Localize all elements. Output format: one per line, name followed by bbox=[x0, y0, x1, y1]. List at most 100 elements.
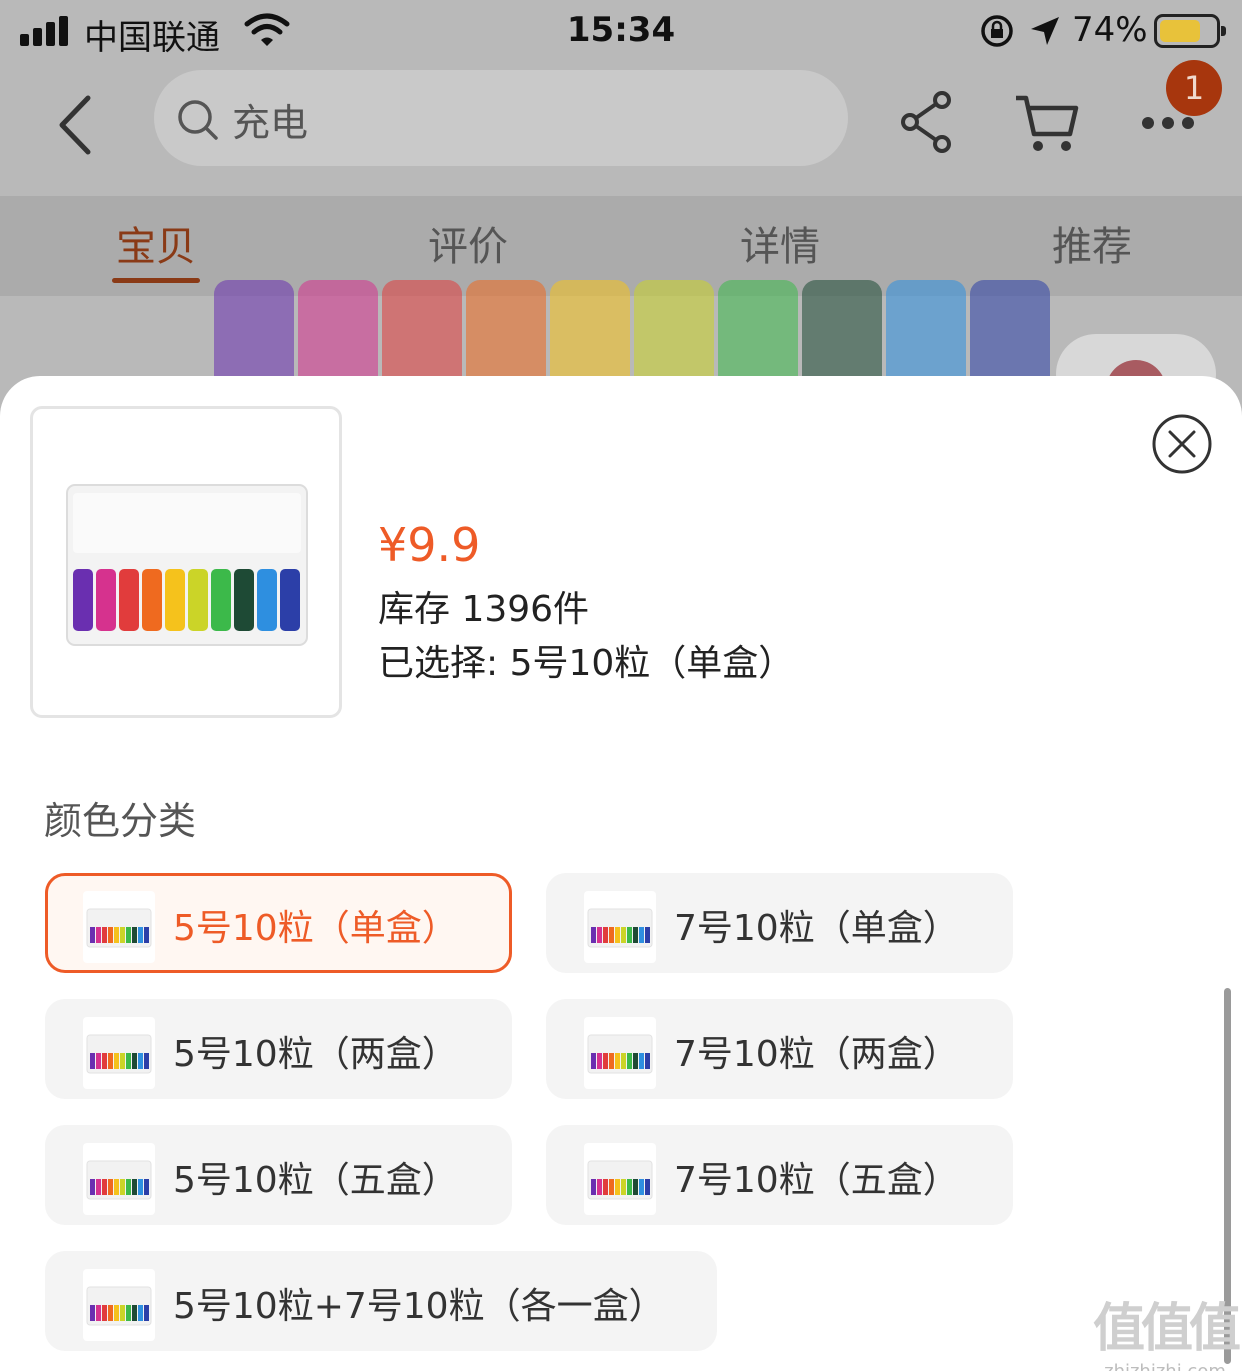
option-label: 5号10粒（五盒） bbox=[173, 1160, 458, 1201]
battery-cell bbox=[102, 1179, 107, 1195]
battery-cell bbox=[114, 1305, 119, 1321]
battery-cell bbox=[639, 1179, 644, 1195]
battery-cell bbox=[132, 1305, 137, 1321]
tab-reviews[interactable]: 评价 bbox=[368, 214, 568, 272]
cart-badge: 1 bbox=[1166, 60, 1222, 116]
battery-cell bbox=[96, 569, 116, 631]
cart-icon[interactable] bbox=[1014, 90, 1080, 154]
share-icon[interactable] bbox=[898, 90, 956, 154]
option-aa-10-five-boxes[interactable]: 5号10粒（五盒） bbox=[45, 1125, 512, 1225]
tab-baobei[interactable]: 宝贝 bbox=[56, 214, 256, 272]
battery-cell bbox=[257, 569, 277, 631]
option-label: 7号10粒（单盒） bbox=[674, 908, 959, 949]
battery-cell bbox=[126, 927, 131, 943]
battery-cell bbox=[591, 1053, 596, 1069]
battery-box-mini-image bbox=[86, 908, 152, 948]
battery-cell bbox=[645, 927, 650, 943]
option-aa-10-two-boxes[interactable]: 5号10粒（两盒） bbox=[45, 999, 512, 1099]
battery-cell bbox=[114, 1053, 119, 1069]
battery-cell bbox=[633, 1053, 638, 1069]
battery-cell bbox=[382, 280, 462, 380]
battery-cell bbox=[603, 1179, 608, 1195]
option-thumbnail bbox=[83, 891, 155, 963]
battery-cell bbox=[90, 1053, 95, 1069]
battery-cell bbox=[802, 280, 882, 380]
battery-cell bbox=[970, 280, 1050, 380]
battery-cell bbox=[621, 1179, 626, 1195]
battery-cell bbox=[621, 927, 626, 943]
battery-box-mini-image bbox=[86, 1160, 152, 1200]
battery-cell bbox=[90, 927, 95, 943]
battery-cell bbox=[621, 1053, 626, 1069]
battery-cell bbox=[211, 569, 231, 631]
option-aa-plus-aaa-one-box-each[interactable]: 5号10粒+7号10粒（各一盒） bbox=[45, 1251, 717, 1351]
back-icon[interactable] bbox=[48, 90, 104, 160]
battery-cell bbox=[165, 569, 185, 631]
location-arrow-icon bbox=[1031, 17, 1059, 45]
battery-cell bbox=[550, 280, 630, 380]
battery-box-mini-image bbox=[587, 1160, 653, 1200]
battery-cell bbox=[633, 1179, 638, 1195]
section-title-color-category: 颜色分类 bbox=[44, 799, 197, 843]
search-icon bbox=[178, 100, 218, 140]
battery-cell bbox=[234, 569, 254, 631]
top-nav-bar: 充电 bbox=[0, 64, 1242, 184]
battery-cell bbox=[126, 1179, 131, 1195]
battery-cell bbox=[138, 1179, 143, 1195]
option-thumbnail bbox=[584, 1017, 656, 1089]
battery-cell bbox=[138, 1053, 143, 1069]
option-aaa-10-two-boxes[interactable]: 7号10粒（两盒） bbox=[546, 999, 1013, 1099]
battery-cell bbox=[102, 1305, 107, 1321]
battery-cell bbox=[132, 1179, 137, 1195]
product-thumbnail[interactable] bbox=[30, 406, 342, 718]
battery-cell bbox=[142, 569, 162, 631]
search-input[interactable]: 充电 bbox=[154, 70, 848, 166]
search-query: 充电 bbox=[232, 101, 309, 145]
battery-cell bbox=[90, 1179, 95, 1195]
price: ¥9.9 bbox=[378, 518, 481, 572]
stock-count: 库存 1396件 bbox=[378, 589, 590, 630]
battery-box-mini-image bbox=[587, 908, 653, 948]
battery-box-mini-image bbox=[86, 1034, 152, 1074]
battery-cell bbox=[132, 927, 137, 943]
battery-cell bbox=[120, 927, 125, 943]
battery-cell bbox=[126, 1305, 131, 1321]
status-bar: 中国联通 15:34 74% bbox=[0, 0, 1242, 64]
tab-recommend[interactable]: 推荐 bbox=[992, 214, 1192, 272]
tab-details[interactable]: 详情 bbox=[680, 214, 880, 272]
battery-cell bbox=[718, 280, 798, 380]
watermark: 值值值 zhizhizhi.com bbox=[1090, 1286, 1241, 1371]
battery-cell bbox=[114, 927, 119, 943]
battery-cell bbox=[597, 1179, 602, 1195]
battery-cell bbox=[634, 280, 714, 380]
battery-cell bbox=[144, 1305, 149, 1321]
battery-cell bbox=[615, 927, 620, 943]
battery-cell bbox=[627, 1179, 632, 1195]
battery-cell bbox=[138, 1305, 143, 1321]
battery-cell bbox=[144, 927, 149, 943]
battery-cell bbox=[597, 1053, 602, 1069]
battery-cell bbox=[603, 1053, 608, 1069]
battery-cell bbox=[119, 569, 139, 631]
watermark-logo: 值值值 bbox=[1092, 1299, 1241, 1359]
option-aa-10-single-box[interactable]: 5号10粒（单盒） bbox=[45, 873, 512, 973]
battery-cell bbox=[639, 927, 644, 943]
option-aaa-10-five-boxes[interactable]: 7号10粒（五盒） bbox=[546, 1125, 1013, 1225]
selected-option-text: 已选择: 5号10粒（单盒） bbox=[378, 643, 795, 684]
battery-cell bbox=[96, 1179, 101, 1195]
battery-icon bbox=[1154, 14, 1226, 48]
battery-cell bbox=[144, 1179, 149, 1195]
battery-cell bbox=[609, 1179, 614, 1195]
battery-cell bbox=[120, 1053, 125, 1069]
rotation-lock-icon bbox=[981, 15, 1013, 47]
battery-cell bbox=[108, 1179, 113, 1195]
battery-cell bbox=[120, 1179, 125, 1195]
option-thumbnail bbox=[83, 1143, 155, 1215]
battery-cell bbox=[132, 1053, 137, 1069]
option-aaa-10-single-box[interactable]: 7号10粒（单盒） bbox=[546, 873, 1013, 973]
tab-active-indicator bbox=[112, 278, 200, 283]
close-icon[interactable] bbox=[1150, 412, 1214, 476]
battery-cell bbox=[886, 280, 966, 380]
battery-cell bbox=[108, 1053, 113, 1069]
battery-box-mini-image bbox=[86, 1286, 152, 1326]
